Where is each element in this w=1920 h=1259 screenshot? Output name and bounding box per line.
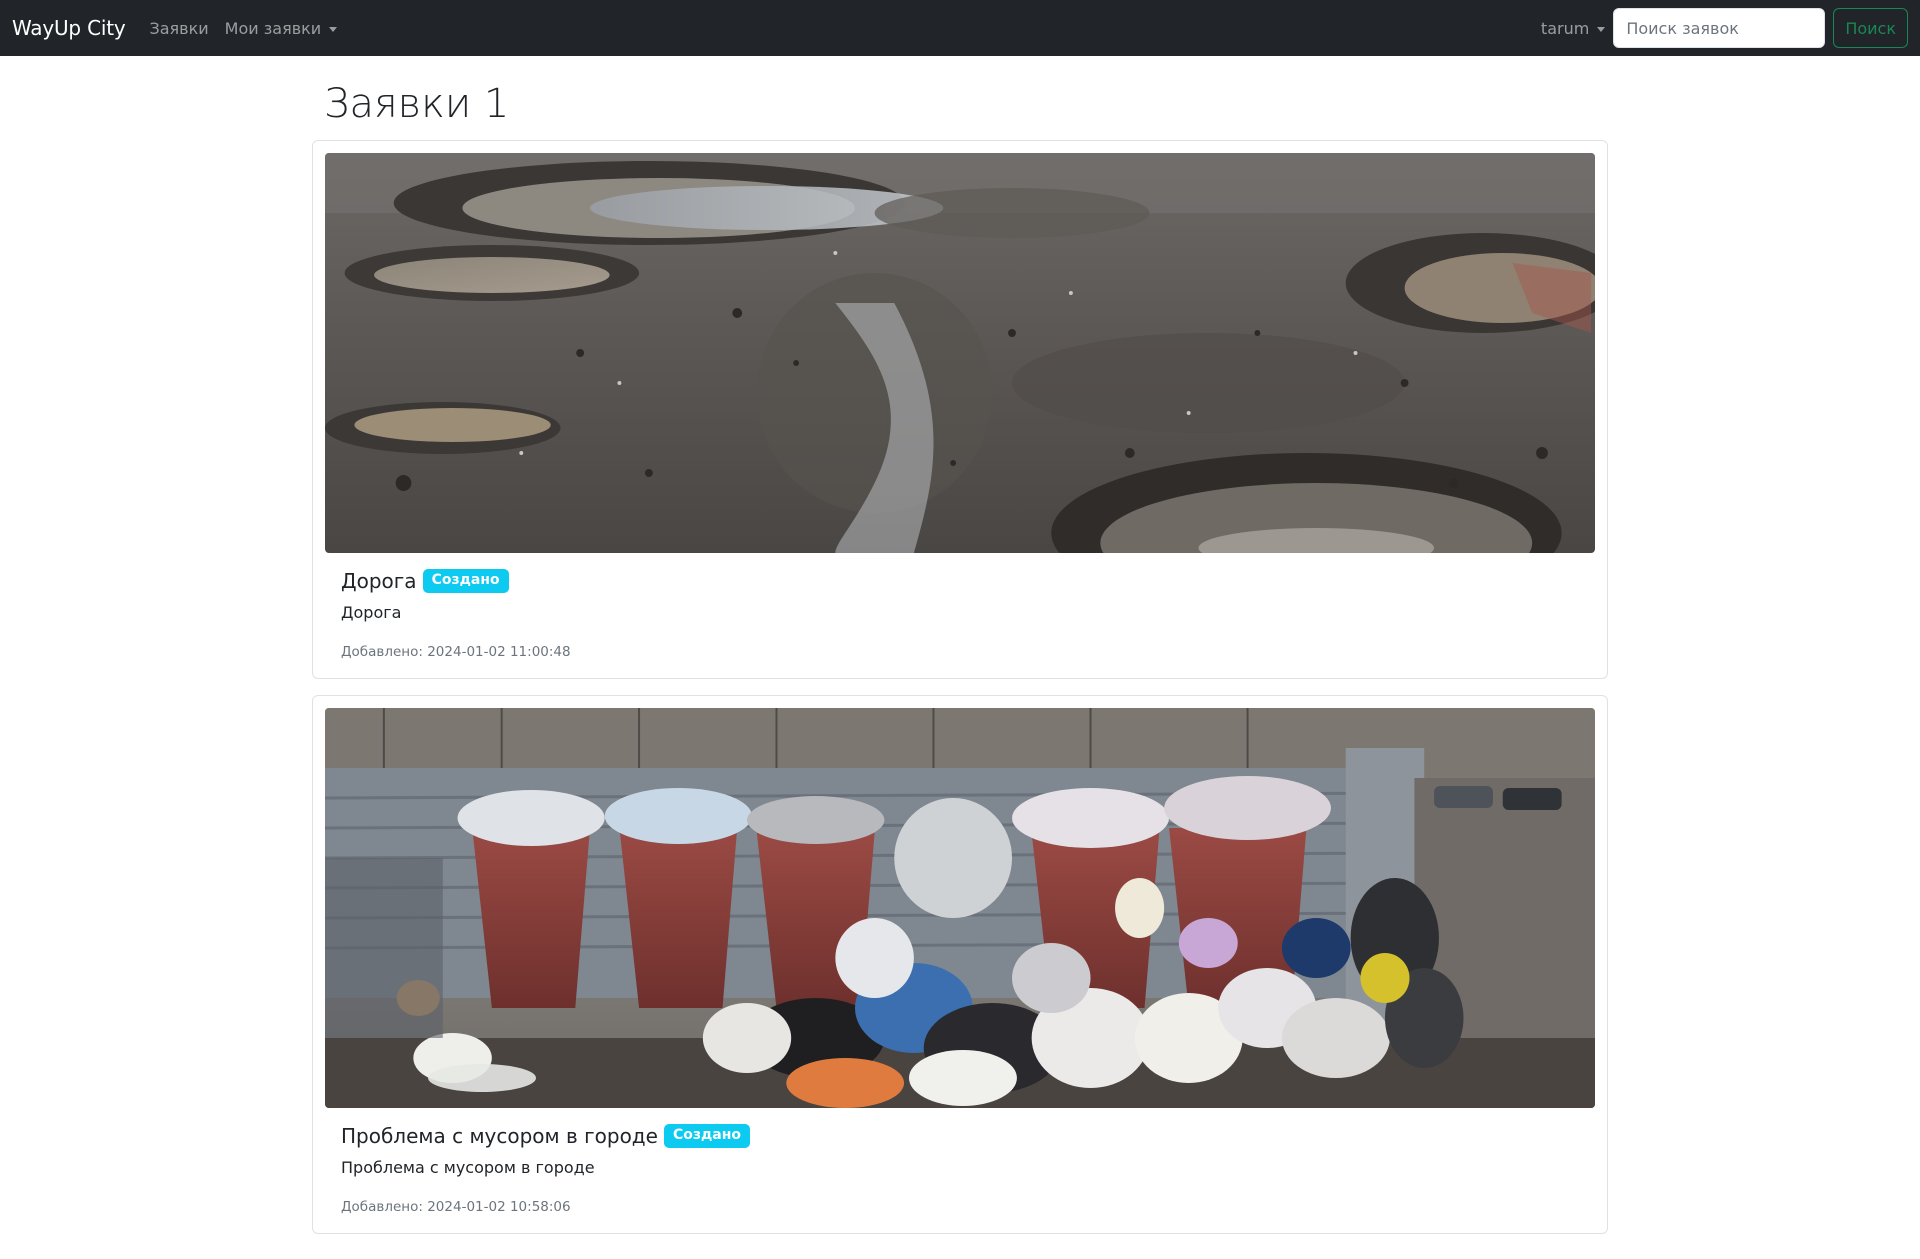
- status-badge: Создано: [663, 1124, 751, 1148]
- user-name: tarum: [1540, 18, 1590, 38]
- user-dropdown[interactable]: tarum: [1540, 18, 1606, 38]
- main-content: Заявки 1 Дорога Создано Дорога Добавлено…: [300, 80, 1620, 1234]
- brand-logo[interactable]: WayUp City: [12, 16, 126, 40]
- card-timestamp: Добавлено: 2024-01-02 10:58:06: [341, 1199, 571, 1215]
- search-input[interactable]: [1613, 8, 1826, 48]
- card-title-text[interactable]: Проблема с мусором в городе: [341, 1124, 658, 1148]
- search-button[interactable]: Поиск: [1833, 8, 1908, 48]
- chevron-down-icon: [329, 26, 338, 32]
- chevron-down-icon: [1597, 26, 1606, 32]
- nav-dropdown-my-requests-label: Мои заявки: [224, 18, 322, 38]
- road-potholes-photo: [325, 153, 1595, 553]
- card-title: Дорога Создано: [341, 569, 1579, 593]
- navbar-right: tarum Поиск: [1541, 8, 1908, 48]
- request-card: Проблема с мусором в городе Создано Проб…: [312, 695, 1608, 1234]
- card-title-text[interactable]: Дорога: [341, 569, 417, 593]
- nav-link-requests[interactable]: Заявки: [149, 19, 208, 38]
- card-title: Проблема с мусором в городе Создано: [341, 1124, 1579, 1148]
- card-description: Дорога: [341, 603, 402, 622]
- card-body: Дорога Создано Дорога Добавлено: 2024-01…: [325, 553, 1595, 666]
- nav-dropdown-my-requests[interactable]: Мои заявки: [225, 19, 338, 38]
- status-badge: Создано: [422, 569, 509, 593]
- card-body: Проблема с мусором в городе Создано Проб…: [325, 1108, 1595, 1221]
- garbage-containers-photo: [325, 708, 1595, 1108]
- card-timestamp: Добавлено: 2024-01-02 11:00:48: [341, 644, 571, 660]
- page-title: Заявки 1: [324, 81, 510, 127]
- navbar: WayUp City Заявки Мои заявки tarum Поиск: [0, 0, 1920, 56]
- request-card: Дорога Создано Дорога Добавлено: 2024-01…: [312, 140, 1608, 679]
- card-description: Проблема с мусором в городе: [341, 1158, 595, 1177]
